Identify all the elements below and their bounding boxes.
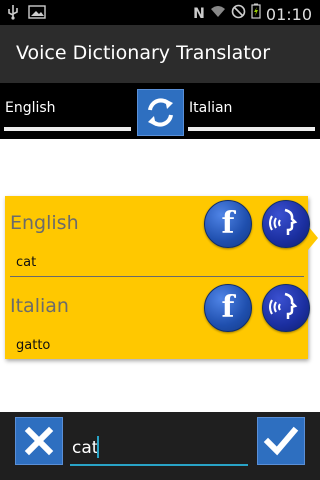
check-icon — [258, 426, 304, 468]
usb-icon — [6, 4, 20, 26]
translate-button[interactable] — [257, 417, 305, 465]
status-bar: N 01:10 — [0, 0, 320, 25]
swap-languages-button[interactable] — [137, 89, 184, 136]
target-language-selector[interactable]: Italian — [189, 100, 232, 116]
speak-source-button[interactable] — [262, 200, 310, 248]
clear-button[interactable] — [15, 417, 63, 465]
word-input-wrapper — [70, 434, 248, 466]
card-divider — [10, 276, 304, 277]
target-language-label: Italian — [10, 295, 69, 317]
swap-icon — [138, 98, 183, 139]
title-bar: Voice Dictionary Translator — [0, 25, 320, 83]
language-bar: English Italian — [0, 83, 320, 139]
wifi-icon — [210, 4, 226, 24]
speaker-icon — [268, 204, 304, 244]
source-word: cat — [16, 255, 37, 270]
facebook-icon: f — [221, 206, 235, 241]
speaker-icon — [268, 288, 304, 328]
no-sim-icon — [231, 4, 246, 25]
status-time: 01:10 — [265, 4, 312, 24]
app-title: Voice Dictionary Translator — [16, 42, 271, 64]
facebook-icon: f — [221, 290, 235, 325]
nfc-icon: N — [193, 6, 205, 22]
share-facebook-button-source[interactable]: f — [204, 200, 252, 248]
source-language-underline — [4, 127, 131, 131]
source-language-label: English — [10, 212, 79, 234]
battery-charging-icon — [251, 3, 261, 25]
target-language-underline — [188, 127, 315, 131]
speak-target-button[interactable] — [262, 284, 310, 332]
close-icon — [16, 426, 62, 468]
input-underline — [70, 464, 248, 466]
image-icon — [28, 4, 46, 26]
source-language-selector[interactable]: English — [5, 100, 56, 116]
share-facebook-button-target[interactable]: f — [204, 284, 252, 332]
target-word: gatto — [16, 338, 51, 353]
bottom-input-bar — [0, 412, 320, 480]
card-pointer — [308, 226, 318, 250]
text-caret — [97, 436, 99, 458]
